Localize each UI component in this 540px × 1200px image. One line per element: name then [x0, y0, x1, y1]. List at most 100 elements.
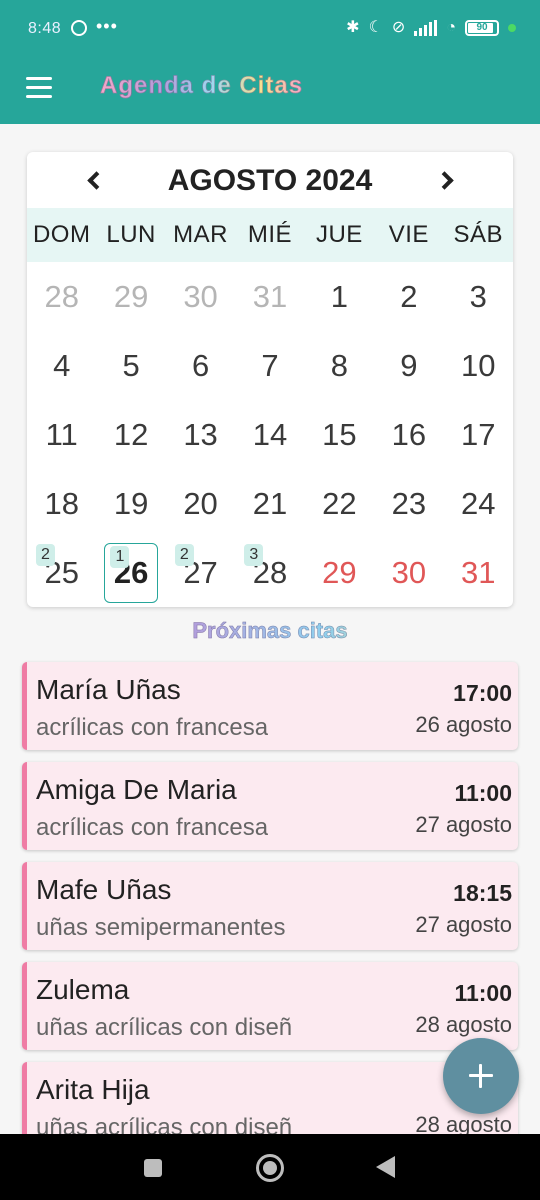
calendar-day[interactable]: 19 — [96, 469, 165, 538]
bluetooth-icon: ✱ — [346, 19, 360, 36]
calendar-day[interactable]: 11 — [27, 400, 96, 469]
appointment-client-name: Mafe Uñas — [36, 874, 172, 905]
calendar-day[interactable]: 21 — [235, 469, 304, 538]
appointment-date: 28 agosto — [415, 1012, 512, 1037]
wifi-icon: ◔ — [446, 19, 456, 36]
day-number: 11 — [45, 416, 78, 452]
appointment-time: 11:00 — [454, 780, 512, 806]
day-number: 23 — [391, 485, 427, 521]
day-number: 9 — [400, 347, 418, 383]
appointment-date: 27 agosto — [415, 912, 512, 937]
day-number: 2 — [400, 278, 418, 314]
day-number: 10 — [461, 347, 496, 383]
appointment-service: acrílicas con francesa — [36, 714, 269, 741]
home-button[interactable] — [256, 1154, 284, 1182]
day-number: 8 — [330, 347, 349, 383]
recent-apps-button[interactable] — [144, 1159, 162, 1177]
calendar-day[interactable]: 5 — [96, 331, 165, 400]
calendar-day[interactable]: 20 — [166, 469, 235, 538]
calendar-day[interactable]: 31 — [235, 262, 304, 331]
appointment-card[interactable]: Zulema uñas acrílicas con diseñ 11:00 28 ag… — [22, 962, 518, 1050]
calendar-day[interactable]: 15 — [305, 400, 374, 469]
day-number: 4 — [53, 347, 71, 383]
day-number: 12 — [113, 416, 149, 452]
weekday-label: DOM — [32, 221, 91, 248]
signal-icon — [414, 20, 438, 36]
appointment-date: 27 agosto — [415, 812, 512, 837]
calendar-day[interactable]: 14 — [235, 400, 304, 469]
hamburger-menu-icon[interactable] — [26, 77, 52, 99]
day-number: 16 — [391, 416, 427, 452]
system-navigation-bar — [0, 1134, 540, 1200]
calendar-day[interactable]: 9 — [374, 331, 443, 400]
day-number: 28 — [44, 278, 79, 314]
appointment-card[interactable]: Amiga De Maria acrílicas con francesa 11:0… — [22, 762, 518, 850]
day-number: 20 — [183, 485, 218, 521]
weekday-label: VIE — [388, 221, 429, 248]
calendar-day-selected[interactable]: 1 26 — [96, 538, 165, 607]
status-time: 8:48 — [28, 20, 62, 37]
day-number: 15 — [322, 416, 357, 452]
day-grid: 28 29 30 31 1 2 3 4 5 6 7 8 9 10 11 12 13 14 15 16 17 18 19 20 2… — [27, 262, 513, 607]
day-number: 17 — [461, 416, 496, 452]
calendar-day[interactable]: 8 — [305, 331, 374, 400]
day-number: 29 — [113, 278, 149, 314]
status-bar: 8:48 ••• ✱ ☾ ⊘ ◔ 90 — [0, 0, 540, 60]
day-number: 3 — [469, 278, 487, 314]
calendar-day[interactable]: 6 — [166, 331, 235, 400]
calendar-day[interactable]: 18 — [27, 469, 96, 538]
calendar-day[interactable]: 2 27 — [166, 538, 235, 607]
plus-icon — [469, 1064, 493, 1088]
appointment-client-name: María Uñas — [36, 674, 181, 705]
calendar-day[interactable]: 3 28 — [235, 538, 304, 607]
back-button[interactable] — [376, 1156, 395, 1178]
weekday-label: SÁB — [453, 221, 503, 248]
calendar-day[interactable]: 1 — [305, 262, 374, 331]
day-number: 31 — [461, 554, 496, 590]
appointment-client-name: Amiga De Maria — [36, 774, 237, 805]
calendar-day[interactable]: 12 — [96, 400, 165, 469]
calendar-day[interactable]: 7 — [235, 331, 304, 400]
calendar-day[interactable]: 13 — [166, 400, 235, 469]
calendar-day[interactable]: 29 — [305, 538, 374, 607]
next-month-button[interactable] — [427, 160, 467, 200]
whatsapp-icon — [71, 20, 87, 36]
calendar-day[interactable]: 4 — [27, 331, 96, 400]
calendar-day[interactable]: 31 — [444, 538, 513, 607]
weekday-label: LUN — [106, 221, 156, 248]
appointment-list: María Uñas acrílicas con francesa 17:00 26 … — [22, 662, 518, 1162]
battery-level: 90 — [476, 22, 488, 33]
calendar-day[interactable]: 30 — [166, 262, 235, 331]
calendar-day[interactable]: 16 — [374, 400, 443, 469]
day-number: 6 — [191, 347, 210, 383]
more-notifications-icon: ••• — [96, 16, 118, 36]
add-appointment-button[interactable] — [443, 1038, 519, 1114]
calendar-day[interactable]: 2 25 — [27, 538, 96, 607]
day-number: 30 — [183, 278, 218, 314]
calendar-day[interactable]: 24 — [444, 469, 513, 538]
weekday-label: MAR — [173, 221, 228, 248]
calendar-day[interactable]: 30 — [374, 538, 443, 607]
appointment-card[interactable]: Mafe Uñas uñas semipermanentes 18:15 27 ago… — [22, 862, 518, 950]
calendar-day[interactable]: 3 — [444, 262, 513, 331]
status-dot — [508, 24, 516, 32]
appointment-card[interactable]: María Uñas acrílicas con francesa 17:00 26 … — [22, 662, 518, 750]
calendar-day[interactable]: 10 — [444, 331, 513, 400]
calendar-day[interactable]: 29 — [96, 262, 165, 331]
appointment-count-badge: 2 — [174, 544, 194, 566]
day-number: 19 — [113, 485, 149, 521]
appointment-date: 26 agosto — [415, 712, 512, 737]
calendar-day[interactable]: 2 — [374, 262, 443, 331]
day-number: 30 — [391, 554, 427, 590]
status-icons: ✱ ☾ ⊘ ◔ 90 — [346, 18, 516, 38]
calendar-day[interactable]: 23 — [374, 469, 443, 538]
chevron-right-icon — [434, 170, 454, 190]
day-number: 29 — [322, 554, 357, 590]
appointment-time: 11:00 — [454, 980, 512, 1006]
calendar-day[interactable]: 22 — [305, 469, 374, 538]
appointment-service: uñas acrílicas con diseñ — [36, 1014, 293, 1041]
day-number: 5 — [122, 347, 140, 383]
weekday-label: MIÉ — [247, 221, 293, 248]
calendar-day[interactable]: 28 — [27, 262, 96, 331]
calendar-day[interactable]: 17 — [444, 400, 513, 469]
